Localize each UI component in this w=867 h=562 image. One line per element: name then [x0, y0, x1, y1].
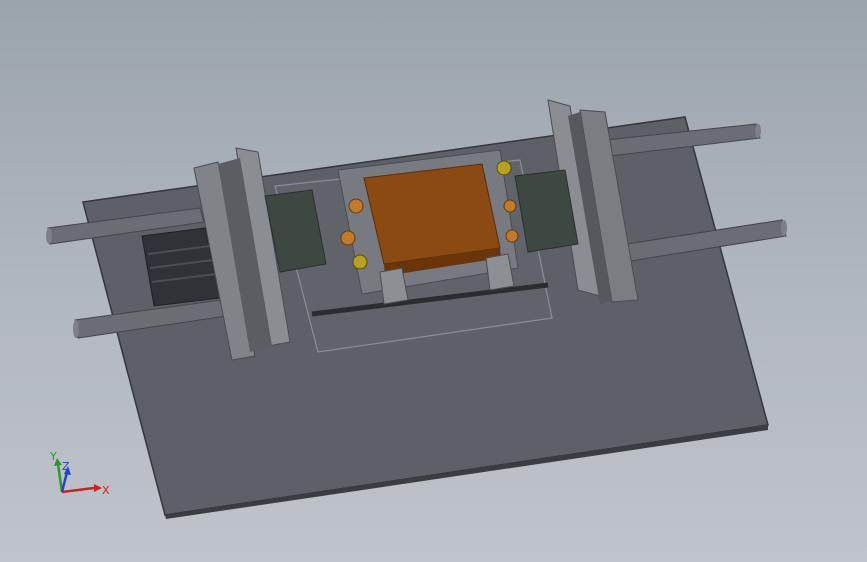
cad-assembly-model[interactable]	[0, 0, 867, 562]
x-axis-arrow	[61, 486, 95, 494]
y-axis-label: Y	[49, 450, 57, 463]
z-axis-label: Z	[62, 460, 70, 473]
3d-viewport[interactable]: X Y Z	[0, 0, 867, 562]
x-axis-label: X	[102, 484, 110, 497]
copper-core[interactable]	[363, 163, 501, 276]
z-axis-arrow	[60, 471, 69, 493]
axis-triad: X Y Z	[49, 450, 110, 497]
